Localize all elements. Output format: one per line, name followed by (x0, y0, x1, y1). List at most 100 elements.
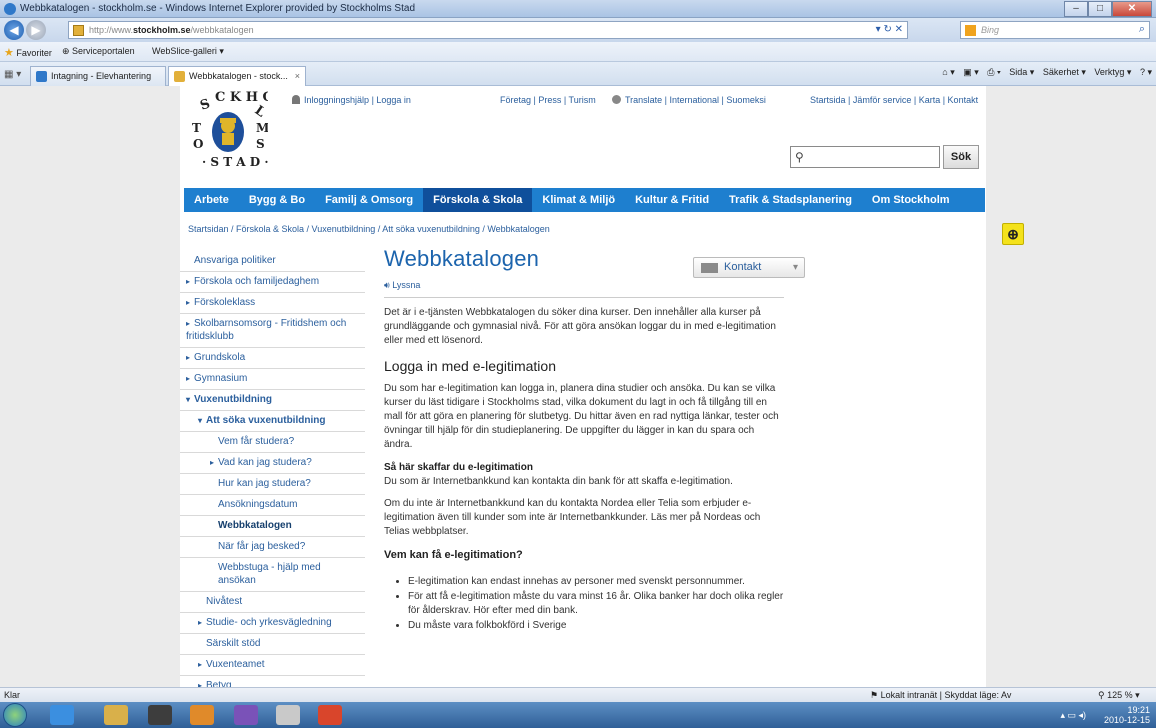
tab-intagning[interactable]: Intagning - Elevhantering (30, 66, 166, 86)
sidebar-item[interactable]: Nivåtest (180, 592, 365, 613)
sidebar-item[interactable]: Ansökningsdatum (180, 495, 365, 516)
sidebar-item[interactable]: Vem får studera? (180, 432, 365, 453)
site-favicon (73, 25, 84, 36)
status-bar: Klar ⚑ Lokalt intranät | Skyddat läge: A… (0, 687, 1156, 702)
login-links: Inloggningshjälp | Logga in (292, 95, 411, 105)
favorites-button[interactable]: ★ Favoriter (4, 46, 52, 59)
search-icon: ⚲ (795, 150, 804, 164)
app-taskbar-icon[interactable] (234, 705, 258, 725)
fav-webslice[interactable]: WebSlice-galleri ▾ (152, 46, 224, 57)
ie-taskbar-icon[interactable] (50, 705, 74, 725)
sidebar-item-label: När får jag besked? (218, 541, 306, 552)
tool-taskbar-icon[interactable] (276, 705, 300, 725)
home-icon[interactable]: ⌂ ▾ (942, 67, 954, 77)
outlook-taskbar-icon[interactable] (190, 705, 214, 725)
sidebar-item[interactable]: Hur kan jag studera? (180, 474, 365, 495)
cmd-sakerhet[interactable]: Säkerhet ▾ (1043, 67, 1086, 77)
business-links[interactable]: Företag | Press | Turism (500, 95, 596, 105)
link-inloggningshjalp[interactable]: Inloggningshjälp (304, 95, 369, 105)
sidebar-item[interactable]: Webbstuga - hjälp med ansökan (180, 558, 365, 592)
search-input[interactable]: Bing ⌕ (960, 21, 1150, 39)
forward-button[interactable]: ▶ (26, 20, 46, 40)
sidebar-item[interactable]: ▾ Att söka vuxenutbildning (180, 411, 365, 432)
requirements-list: E-legitimation kan endast innehas av per… (384, 575, 784, 633)
utility-links[interactable]: Startsida | Jämför service | Karta | Kon… (810, 95, 978, 105)
nav-trafik-stadsplanering[interactable]: Trafik & Stadsplanering (719, 188, 862, 212)
sidebar-item[interactable]: Ansvariga politiker (180, 251, 365, 272)
close-tab-icon[interactable]: × (295, 67, 300, 85)
stockholm-stad-logo[interactable]: S C K H O L T O M S · S T A D · (188, 88, 268, 172)
search-button[interactable]: Sök (943, 145, 979, 169)
sidebar-item[interactable]: ▸ Gymnasium (180, 369, 365, 390)
tab-webbkatalogen[interactable]: Webbkatalogen - stock... × (168, 66, 306, 86)
sidebar-item[interactable]: ▸ Betyg (180, 676, 365, 687)
chevron-right-icon: ▸ (186, 353, 191, 362)
chevron-right-icon: ▸ (198, 660, 203, 669)
sidebar-menu: Ansvariga politiker ▸ Förskola och familje… (180, 251, 365, 687)
sidebar-item[interactable]: Webbkatalogen (180, 516, 365, 537)
search-icon[interactable]: ⌕ (1139, 23, 1145, 36)
back-button[interactable]: ◀ (4, 20, 24, 40)
media-taskbar-icon[interactable] (148, 705, 172, 725)
sidebar-item[interactable]: ▸ Skolbarnsomsorg - Fritidshem och fritid… (180, 314, 365, 348)
chevron-down-icon: ▾ (198, 416, 203, 425)
plus-icon[interactable]: ⊕ (1002, 223, 1024, 245)
kontakt-button[interactable]: Kontakt ▾ (693, 257, 805, 278)
nav-bygg-bo[interactable]: Bygg & Bo (239, 188, 315, 212)
sidebar-item[interactable]: ▸ Förskola och familjedaghem (180, 272, 365, 293)
language-links: Translate | International | Suomeksi (612, 95, 766, 105)
sidebar-item[interactable]: ▸ Grundskola (180, 348, 365, 369)
site-column: S C K H O L T O M S · S T A D · Inloggni… (180, 86, 986, 687)
page-viewport: S C K H O L T O M S · S T A D · Inloggni… (0, 86, 1156, 687)
svg-text:· S T A D ·: · S T A D · (202, 155, 268, 169)
address-bar[interactable]: http://www.stockholm.se/webbkatalogen ▾ … (68, 21, 908, 39)
sidebar-item[interactable]: Särskilt stöd (180, 634, 365, 655)
security-zone[interactable]: ⚑ Lokalt intranät | Skyddat läge: Av (870, 690, 1011, 701)
chevron-right-icon: ▸ (198, 618, 203, 627)
breadcrumb[interactable]: Startsidan / Förskola & Skola / Vuxenutb… (188, 224, 550, 234)
nav-familj-omsorg[interactable]: Familj & Omsorg (315, 188, 423, 212)
lyssna-link[interactable]: 🔊︎ Lyssna (384, 280, 784, 298)
sidebar-item[interactable]: När får jag besked? (180, 537, 365, 558)
print-icon[interactable]: ⎙ ▾ (987, 67, 1000, 77)
sidebar-item[interactable]: ▸ Studie- och yrkesvägledning (180, 613, 365, 634)
maximize-icon[interactable]: □ (1088, 1, 1112, 17)
sidebar-item[interactable]: ▾ Vuxenutbildning (180, 390, 365, 411)
sidebar-item[interactable]: ▸ Vuxenteamet (180, 655, 365, 676)
close-icon[interactable]: ✕ (1112, 1, 1152, 17)
fav-serviceportalen[interactable]: ⊕ Serviceportalen (62, 46, 135, 57)
sidebar-item-label: Webbkatalogen (218, 520, 292, 531)
chevron-right-icon: ▸ (186, 298, 191, 307)
site-search-input[interactable]: ⚲ (790, 146, 940, 168)
start-button[interactable] (3, 703, 27, 727)
sidebar-item-label: Vuxenteamet (206, 659, 265, 670)
cmd-verktyg[interactable]: Verktyg ▾ (1094, 67, 1131, 77)
sidebar-item-label: Vem får studera? (218, 436, 295, 447)
svg-text:L: L (252, 103, 268, 121)
refresh-stop-icons[interactable]: ▾ ↻ ✕ (876, 24, 903, 35)
status-text: Klar (4, 690, 21, 700)
zoom-level[interactable]: ⚲ 125 % ▾ (1098, 690, 1140, 701)
clock[interactable]: 19:21 2010-12-15 (1104, 705, 1150, 725)
quick-tabs-icon[interactable]: ▦ ▾ (4, 69, 21, 80)
explorer-taskbar-icon[interactable] (104, 705, 128, 725)
nav-arbete[interactable]: Arbete (184, 188, 239, 212)
minimize-icon[interactable]: – (1064, 1, 1088, 17)
feeds-icon[interactable]: ▣ ▾ (963, 67, 979, 77)
help-icon[interactable]: ? ▾ (1140, 67, 1152, 77)
sidebar-item[interactable]: ▸ Förskoleklass (180, 293, 365, 314)
sidebar-item[interactable]: ▸ Vad kan jag studera? (180, 453, 365, 474)
tray-icons[interactable]: ▴ ▭ ◂) (1060, 710, 1086, 721)
link-logga-in[interactable]: Logga in (376, 95, 411, 105)
office-taskbar-icon[interactable] (318, 705, 342, 725)
url-text[interactable]: http://www.stockholm.se/webbkatalogen (89, 25, 254, 35)
cmd-sida[interactable]: Sida ▾ (1009, 67, 1034, 77)
sidebar-item-label: Vad kan jag studera? (218, 457, 312, 468)
nav-forskola-skola[interactable]: Förskola & Skola (423, 188, 533, 212)
nav-om-stockholm[interactable]: Om Stockholm (862, 188, 960, 212)
nav-kultur-fritid[interactable]: Kultur & Fritid (625, 188, 719, 212)
nav-klimat-miljo[interactable]: Klimat & Miljö (532, 188, 625, 212)
sidebar-item-label: Gymnasium (194, 373, 248, 384)
body-paragraph-3: Om du inte är Internetbankkund kan du ko… (384, 498, 761, 537)
list-item: E-legitimation kan endast innehas av per… (408, 575, 784, 589)
